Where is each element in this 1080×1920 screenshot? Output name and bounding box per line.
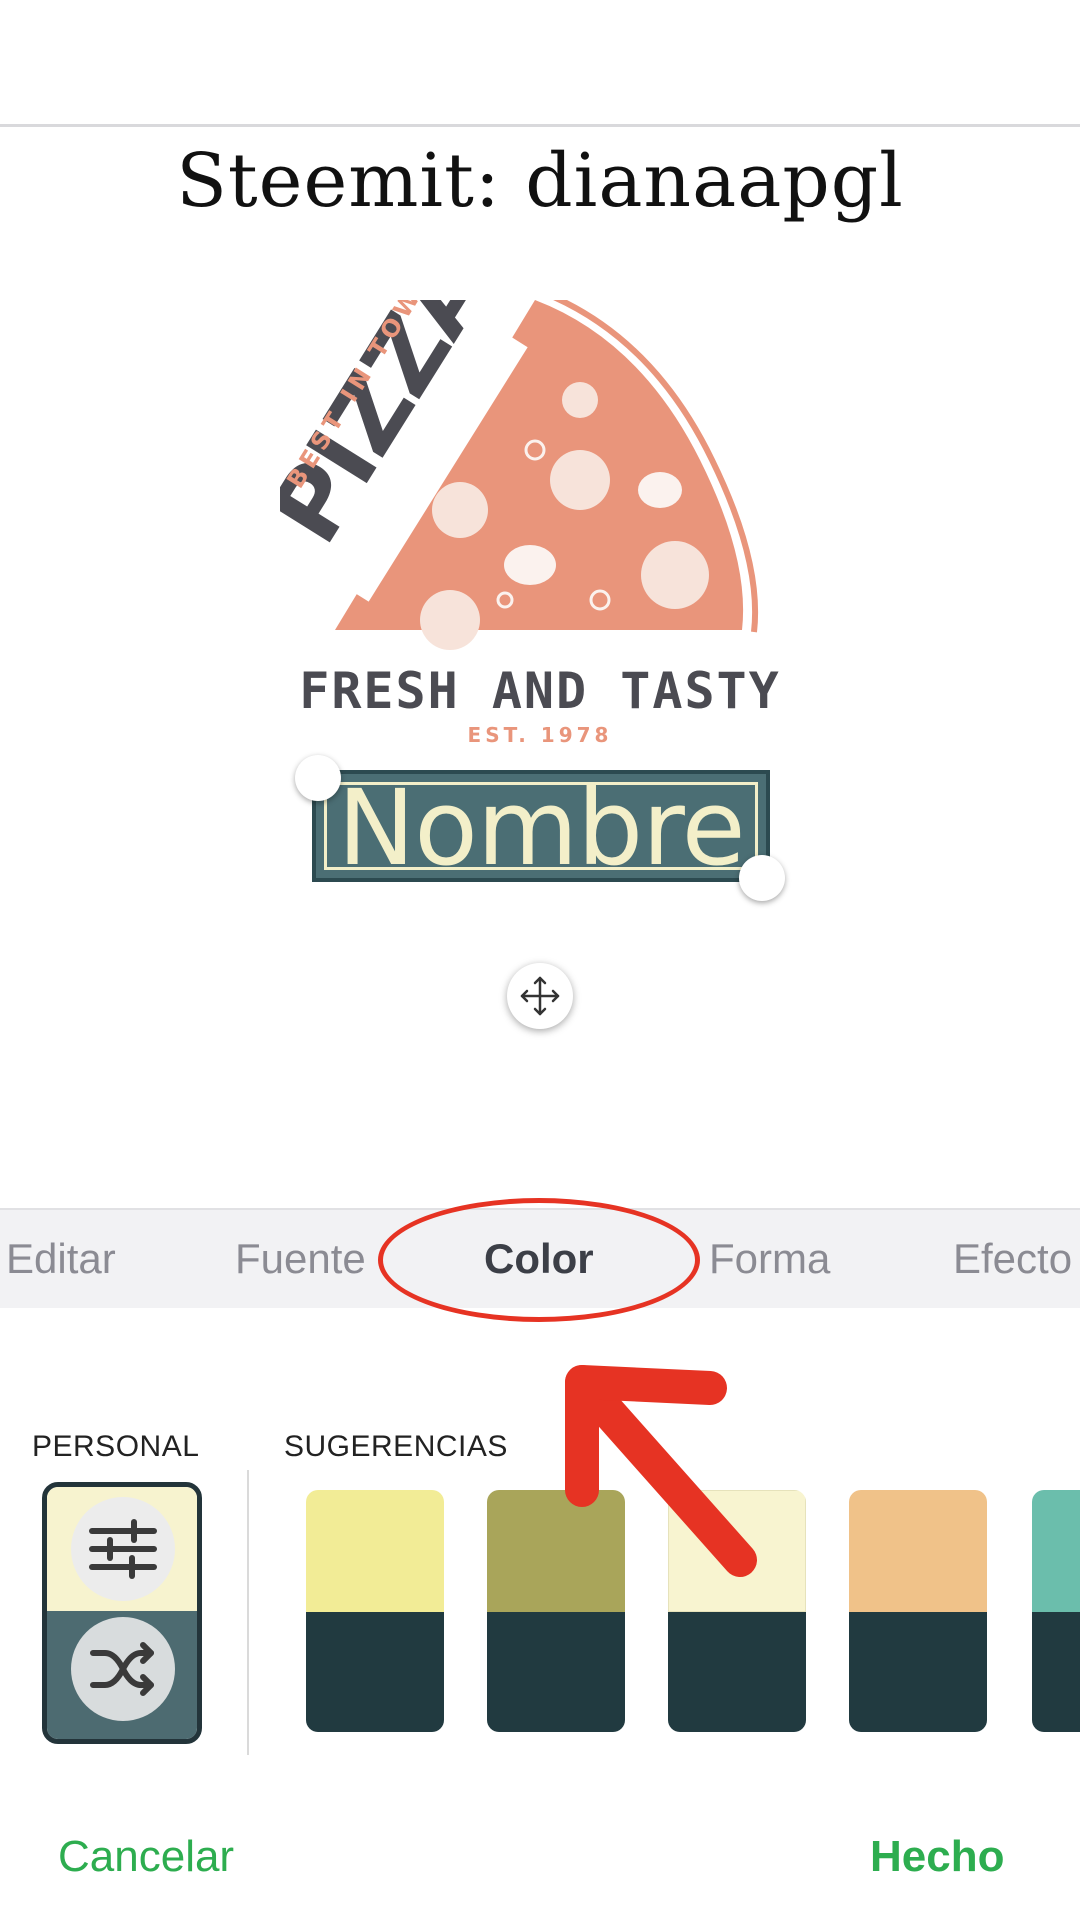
text-layer-content[interactable]: Nombre (316, 768, 766, 888)
tagline-text: FRESH AND TASTY (299, 662, 781, 720)
palette-divider (247, 1470, 249, 1755)
tab-efecto[interactable]: Efecto (953, 1210, 1072, 1308)
tab-color[interactable]: Color (484, 1210, 594, 1308)
pepperoni-topping (641, 541, 709, 609)
personal-palette-tile[interactable] (42, 1482, 202, 1744)
sliders-icon (89, 1519, 157, 1579)
caption-text[interactable]: Steemit: dianaapgl (0, 138, 1080, 224)
swatch-bottom-color (306, 1612, 444, 1732)
suggestion-swatch-4[interactable] (849, 1490, 987, 1732)
suggestion-swatch-5[interactable] (1032, 1490, 1080, 1732)
mushroom-topping (638, 472, 682, 508)
swatch-bottom-color (1032, 1612, 1080, 1732)
personal-label: PERSONAL (32, 1430, 200, 1463)
swatch-top-color (306, 1490, 444, 1612)
pepperoni-topping (562, 382, 598, 418)
suggestion-swatch-3[interactable] (668, 1490, 806, 1732)
tab-forma[interactable]: Forma (709, 1210, 830, 1308)
adjust-colors-button[interactable] (71, 1497, 175, 1601)
tool-tabs: Editar Fuente Color Forma Efecto (0, 1208, 1080, 1308)
resize-handle-top-left[interactable] (295, 755, 341, 801)
shuffle-colors-button[interactable] (71, 1617, 175, 1721)
established-text: EST. 1978 (468, 723, 613, 747)
move-handle[interactable] (507, 963, 573, 1029)
selected-text-layer[interactable]: Nombre (312, 768, 770, 888)
tab-editar[interactable]: Editar (6, 1210, 116, 1308)
resize-handle-bottom-right[interactable] (739, 855, 785, 901)
suggestion-swatch-1[interactable] (306, 1490, 444, 1732)
shuffle-icon (90, 1642, 154, 1696)
mushroom-topping (504, 545, 556, 585)
pepperoni-topping (432, 482, 488, 538)
pepperoni-topping (420, 590, 480, 650)
cancel-button[interactable]: Cancelar (58, 1832, 234, 1882)
swatch-top-color (487, 1490, 625, 1612)
top-bar (0, 0, 1080, 127)
swatch-bottom-color (487, 1612, 625, 1732)
tab-fuente[interactable]: Fuente (235, 1210, 366, 1308)
swatch-bottom-color (849, 1612, 987, 1732)
swatch-top-color (849, 1490, 987, 1612)
swatch-top-color (668, 1490, 806, 1612)
pizza-logo[interactable]: PIZZA BEST IN TOWN FRESH AND TASTY EST. … (280, 300, 800, 750)
move-arrows-icon (520, 976, 560, 1016)
swatch-bottom-color (668, 1612, 806, 1732)
suggestions-label: SUGERENCIAS (284, 1430, 508, 1463)
pepperoni-topping (550, 450, 610, 510)
suggestion-swatch-2[interactable] (487, 1490, 625, 1732)
done-button[interactable]: Hecho (870, 1832, 1004, 1882)
swatch-top-color (1032, 1490, 1080, 1612)
